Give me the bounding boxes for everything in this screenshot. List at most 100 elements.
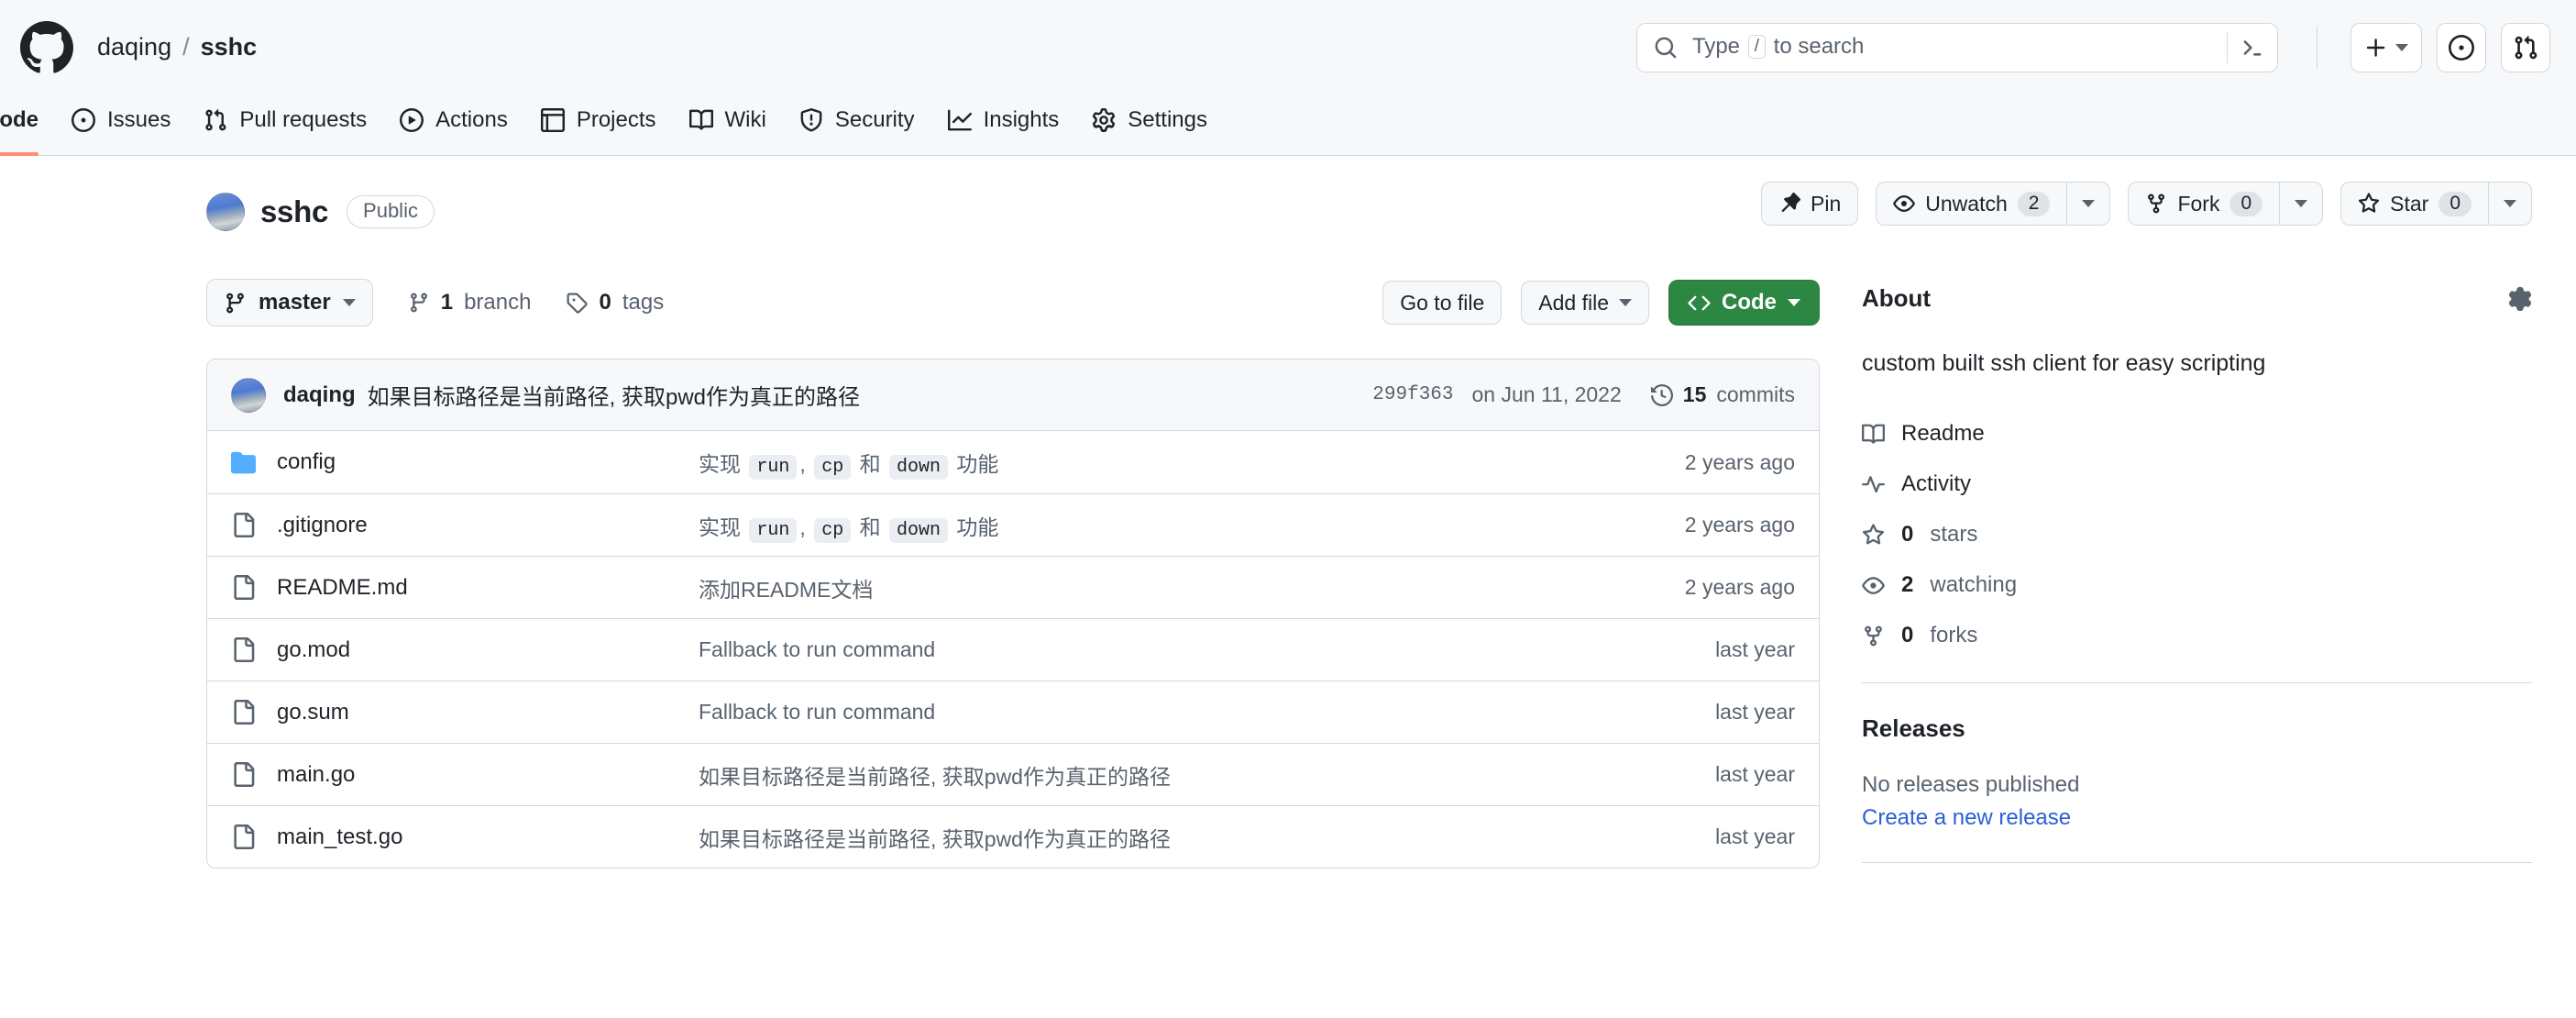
file-name-link[interactable]: README.md bbox=[277, 575, 408, 601]
forks-link[interactable]: 0 forks bbox=[1862, 614, 2532, 657]
file-icon bbox=[231, 700, 256, 725]
readme-link[interactable]: Readme bbox=[1862, 413, 2532, 455]
file-icon bbox=[231, 824, 256, 849]
nav-label: Insights bbox=[983, 107, 1060, 132]
star-icon bbox=[1862, 524, 1885, 547]
go-to-file-button[interactable]: Go to file bbox=[1382, 281, 1503, 325]
fork-dropdown-button[interactable] bbox=[2279, 182, 2324, 226]
create-release-link[interactable]: Create a new release bbox=[1862, 805, 2532, 831]
github-logo-icon[interactable] bbox=[20, 20, 73, 74]
activity-link[interactable]: Activity bbox=[1862, 463, 2532, 505]
tab-code[interactable]: Code bbox=[0, 94, 55, 156]
chevron-down-icon bbox=[2504, 200, 2516, 207]
tag-icon bbox=[566, 292, 589, 314]
fork-button[interactable]: Fork 0 bbox=[2128, 182, 2280, 226]
inline-code: down bbox=[888, 517, 948, 543]
tag-count-label: tags bbox=[622, 290, 665, 315]
create-new-button[interactable] bbox=[2350, 22, 2422, 72]
tags-link[interactable]: 0 tags bbox=[566, 290, 664, 315]
commit-sha[interactable]: 299f363 bbox=[1372, 384, 1453, 405]
file-name-cell: main_test.go bbox=[231, 824, 699, 850]
table-row[interactable]: main.go 如果目标路径是当前路径, 获取pwd作为真正的路径 last yea… bbox=[207, 743, 1819, 805]
file-commit-message[interactable]: 实现 run, cp 和 down 功能 bbox=[699, 447, 1557, 480]
file-commit-message[interactable]: Fallback to run command bbox=[699, 700, 1557, 725]
file-controls: master 1 branch 0 tags Go to file Add fi… bbox=[206, 279, 1820, 326]
pin-button[interactable]: Pin bbox=[1761, 182, 1859, 226]
watching-label: watching bbox=[1930, 572, 2018, 598]
watching-link[interactable]: 2 watching bbox=[1862, 564, 2532, 606]
star-button[interactable]: Star 0 bbox=[2340, 182, 2488, 226]
about-title: About bbox=[1862, 284, 1932, 312]
commit-date: on Jun 11, 2022 bbox=[1471, 382, 1622, 406]
file-name-cell: .gitignore bbox=[231, 513, 699, 538]
git-pull-request-icon bbox=[2513, 35, 2538, 61]
divider bbox=[1862, 862, 2532, 864]
commits-count-link[interactable]: 15 commits bbox=[1650, 382, 1795, 407]
file-name-link[interactable]: go.mod bbox=[277, 637, 350, 663]
stars-link[interactable]: 0 stars bbox=[1862, 514, 2532, 556]
tab-security[interactable]: Security bbox=[783, 94, 931, 146]
table-row[interactable]: main_test.go 如果目标路径是当前路径, 获取pwd作为真正的路径 las… bbox=[207, 805, 1819, 868]
issue-opened-icon bbox=[72, 108, 95, 132]
file-name-link[interactable]: go.sum bbox=[277, 700, 349, 725]
branch-count: 1 bbox=[440, 290, 454, 315]
tab-insights[interactable]: Insights bbox=[931, 94, 1076, 146]
terminal-icon[interactable] bbox=[2240, 36, 2264, 60]
file-table: daqing 如果目标路径是当前路径, 获取pwd作为真正的路径 299f363… bbox=[206, 359, 1820, 869]
file-name-link[interactable]: main_test.go bbox=[277, 824, 402, 850]
about-links: Readme Activity 0 stars 2 watching 0 for… bbox=[1862, 413, 2532, 657]
file-commit-message[interactable]: 如果目标路径是当前路径, 获取pwd作为真正的路径 bbox=[699, 759, 1557, 791]
table-row[interactable]: go.mod Fallback to run command last year bbox=[207, 618, 1819, 681]
table-row[interactable]: .gitignore 实现 run, cp 和 down 功能 2 years ag… bbox=[207, 493, 1819, 556]
search-divider bbox=[2227, 31, 2228, 63]
table-row[interactable]: go.sum Fallback to run command last year bbox=[207, 681, 1819, 743]
star-control: Star 0 bbox=[2340, 182, 2532, 226]
pull-requests-button[interactable] bbox=[2501, 22, 2550, 72]
file-name-link[interactable]: config bbox=[277, 449, 336, 475]
table-row[interactable]: config 实现 run, cp 和 down 功能 2 years ago bbox=[207, 431, 1819, 493]
breadcrumb-owner[interactable]: daqing bbox=[97, 33, 171, 61]
breadcrumb-repo[interactable]: sshc bbox=[201, 33, 258, 61]
file-name-link[interactable]: .gitignore bbox=[277, 513, 368, 538]
unwatch-button[interactable]: Unwatch 2 bbox=[1876, 182, 2067, 226]
tab-projects[interactable]: Projects bbox=[524, 94, 673, 146]
watch-dropdown-button[interactable] bbox=[2066, 182, 2111, 226]
add-file-button[interactable]: Add file bbox=[1521, 281, 1649, 325]
folder-icon bbox=[231, 450, 256, 475]
star-label: Star bbox=[2390, 191, 2429, 216]
tab-wiki[interactable]: Wiki bbox=[673, 94, 783, 146]
commit-author[interactable]: daqing bbox=[283, 382, 356, 408]
search-input[interactable]: Type / to search bbox=[1636, 22, 2278, 72]
tab-issues[interactable]: Issues bbox=[55, 94, 187, 146]
table-row[interactable]: README.md 添加README文档 2 years ago bbox=[207, 556, 1819, 618]
file-name-link[interactable]: main.go bbox=[277, 762, 355, 788]
git-branch-icon bbox=[408, 292, 430, 314]
commit-message[interactable]: 如果目标路径是当前路径, 获取pwd作为真正的路径 bbox=[368, 379, 860, 411]
star-dropdown-button[interactable] bbox=[2488, 182, 2532, 226]
add-file-label: Add file bbox=[1538, 290, 1609, 315]
branches-link[interactable]: 1 branch bbox=[408, 290, 532, 315]
history-icon bbox=[1650, 383, 1673, 406]
tab-actions[interactable]: Actions bbox=[383, 94, 524, 146]
code-button[interactable]: Code bbox=[1668, 280, 1820, 326]
file-icon bbox=[231, 762, 256, 787]
main-content: master 1 branch 0 tags Go to file Add fi… bbox=[0, 240, 2576, 869]
releases-empty-text: No releases published bbox=[1862, 772, 2080, 798]
file-commit-message[interactable]: Fallback to run command bbox=[699, 637, 1557, 662]
issues-button[interactable] bbox=[2437, 22, 2486, 72]
file-commit-message[interactable]: 添加README文档 bbox=[699, 572, 1557, 603]
code-icon bbox=[1688, 292, 1711, 315]
file-commit-message[interactable]: 如果目标路径是当前路径, 获取pwd作为真正的路径 bbox=[699, 822, 1557, 853]
branch-name: master bbox=[259, 290, 331, 315]
branch-selector[interactable]: master bbox=[206, 279, 373, 326]
file-browser-column: master 1 branch 0 tags Go to file Add fi… bbox=[206, 279, 1820, 869]
tab-settings[interactable]: Settings bbox=[1075, 94, 1224, 146]
branch-count-label: branch bbox=[464, 290, 532, 315]
file-commit-message[interactable]: 实现 run, cp 和 down 功能 bbox=[699, 510, 1557, 543]
gear-icon[interactable] bbox=[2508, 286, 2532, 311]
page-title[interactable]: sshc bbox=[260, 194, 328, 229]
tab-pull-requests[interactable]: Pull requests bbox=[187, 94, 383, 146]
fork-label: Fork bbox=[2177, 191, 2220, 216]
fork-count: 0 bbox=[2229, 191, 2263, 216]
chevron-down-icon bbox=[1619, 299, 1632, 306]
